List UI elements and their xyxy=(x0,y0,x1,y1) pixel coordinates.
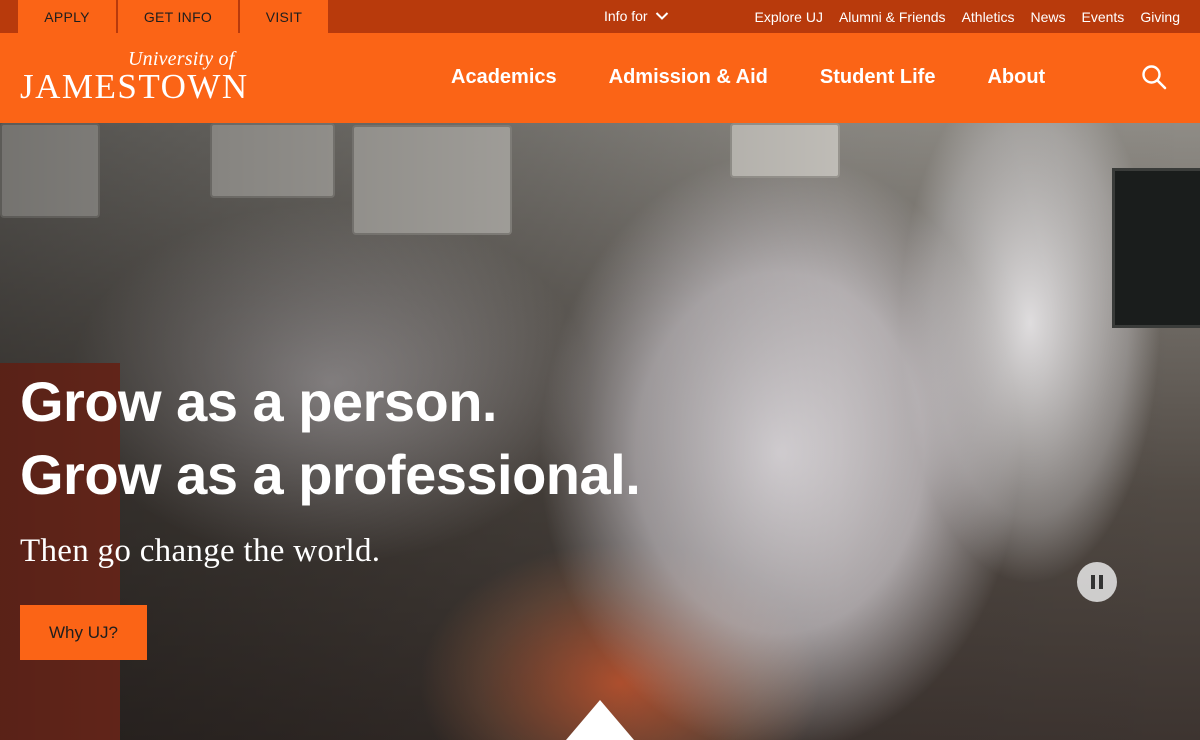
headline-line-2: Grow as a professional. xyxy=(20,443,641,506)
get-info-tab[interactable]: GET INFO xyxy=(118,0,238,33)
logo-jamestown: JAMESTOWN xyxy=(20,67,249,106)
pause-video-button[interactable] xyxy=(1077,562,1117,602)
why-uj-button[interactable]: Why UJ? xyxy=(20,605,147,660)
alumni-friends-link[interactable]: Alumni & Friends xyxy=(839,9,946,25)
utility-links: Explore UJ Alumni & Friends Athletics Ne… xyxy=(755,9,1181,25)
info-for-dropdown[interactable]: Info for xyxy=(604,8,669,24)
visit-tab[interactable]: VISIT xyxy=(240,0,328,33)
headline-line-1: Grow as a person. xyxy=(20,370,498,433)
hero-banner: Grow as a person. Grow as a professional… xyxy=(0,123,1200,740)
pause-icon xyxy=(1091,575,1103,589)
main-header: University of JAMESTOWN Academics Admiss… xyxy=(0,33,1200,123)
nav-academics[interactable]: Academics xyxy=(451,66,557,89)
hero-tagline: Then go change the world. xyxy=(20,533,381,569)
nav-admission-aid[interactable]: Admission & Aid xyxy=(609,66,768,89)
primary-nav: Academics Admission & Aid Student Life A… xyxy=(451,66,1045,89)
athletics-link[interactable]: Athletics xyxy=(962,9,1015,25)
info-for-label: Info for xyxy=(604,8,648,24)
apply-tab[interactable]: APPLY xyxy=(18,0,116,33)
news-link[interactable]: News xyxy=(1030,9,1065,25)
explore-uj-link[interactable]: Explore UJ xyxy=(755,9,823,25)
hero-headline: Grow as a person. Grow as a professional… xyxy=(20,365,641,511)
search-icon[interactable] xyxy=(1141,64,1167,90)
nav-about[interactable]: About xyxy=(987,66,1045,89)
university-logo[interactable]: University of JAMESTOWN xyxy=(20,47,247,111)
nav-student-life[interactable]: Student Life xyxy=(820,66,936,89)
giving-link[interactable]: Giving xyxy=(1140,9,1180,25)
utility-bar: APPLY GET INFO VISIT Info for Explore UJ… xyxy=(0,0,1200,33)
events-link[interactable]: Events xyxy=(1082,9,1125,25)
scroll-down-arrow-icon[interactable] xyxy=(566,700,634,740)
chevron-down-icon xyxy=(655,12,668,20)
